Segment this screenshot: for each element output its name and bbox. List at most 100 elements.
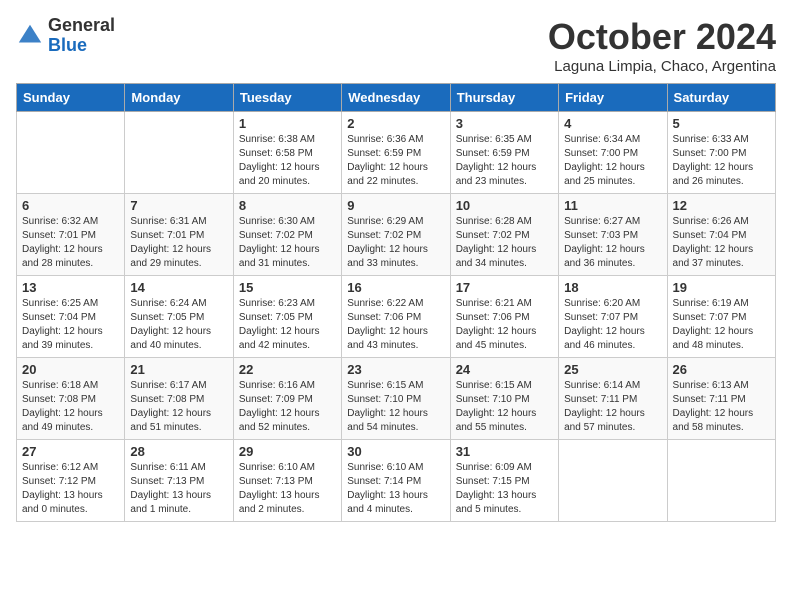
week-row-4: 20 Sunrise: 6:18 AM Sunset: 7:08 PM Dayli… — [17, 358, 776, 440]
calendar-cell: 12 Sunrise: 6:26 AM Sunset: 7:04 PM Dayli… — [667, 194, 775, 276]
day-info: Sunrise: 6:14 AM Sunset: 7:11 PM Dayligh… — [564, 379, 661, 435]
day-info: Sunrise: 6:26 AM Sunset: 7:04 PM Dayligh… — [673, 215, 770, 271]
calendar-cell — [559, 440, 667, 522]
calendar-cell: 31 Sunrise: 6:09 AM Sunset: 7:15 PM Dayli… — [450, 440, 558, 522]
day-number: 3 — [456, 116, 553, 131]
day-info: Sunrise: 6:19 AM Sunset: 7:07 PM Dayligh… — [673, 297, 770, 353]
page-header: General Blue October 2024 Laguna Limpia,… — [16, 16, 776, 75]
calendar-cell: 30Sunrise: 6:10 AM Sunset: 7:14 PM Dayli… — [342, 440, 450, 522]
day-info: Sunrise: 6:12 AM Sunset: 7:12 PM Dayligh… — [22, 461, 119, 517]
calendar-cell: 7Sunrise: 6:31 AM Sunset: 7:01 PM Daylig… — [125, 194, 233, 276]
calendar-table: SundayMondayTuesdayWednesdayThursdayFrid… — [16, 83, 776, 522]
calendar-cell: 8Sunrise: 6:30 AM Sunset: 7:02 PM Daylig… — [233, 194, 341, 276]
day-number: 5 — [673, 116, 770, 131]
calendar-cell: 24Sunrise: 6:15 AM Sunset: 7:10 PM Dayli… — [450, 358, 558, 440]
calendar-cell: 14 Sunrise: 6:24 AM Sunset: 7:05 PM Dayli… — [125, 276, 233, 358]
day-number: 8 — [239, 198, 336, 213]
calendar-cell: 2Sunrise: 6:36 AM Sunset: 6:59 PM Daylig… — [342, 112, 450, 194]
day-info: Sunrise: 6:11 AM Sunset: 7:13 PM Dayligh… — [130, 461, 227, 517]
calendar-cell: 21 Sunrise: 6:17 AM Sunset: 7:08 PM Dayli… — [125, 358, 233, 440]
day-info: Sunrise: 6:23 AM Sunset: 7:05 PM Dayligh… — [239, 297, 336, 353]
day-info: Sunrise: 6:15 AM Sunset: 7:10 PM Dayligh… — [456, 379, 553, 435]
calendar-cell: 11 Sunrise: 6:27 AM Sunset: 7:03 PM Dayli… — [559, 194, 667, 276]
week-row-5: 27 Sunrise: 6:12 AM Sunset: 7:12 PM Dayli… — [17, 440, 776, 522]
week-row-2: 6 Sunrise: 6:32 AM Sunset: 7:01 PM Daylig… — [17, 194, 776, 276]
day-info: Sunrise: 6:33 AM Sunset: 7:00 PM Dayligh… — [673, 133, 770, 189]
day-info: Sunrise: 6:22 AM Sunset: 7:06 PM Dayligh… — [347, 297, 444, 353]
day-number: 31 — [456, 444, 553, 459]
logo-blue: Blue — [48, 36, 115, 56]
location: Laguna Limpia, Chaco, Argentina — [548, 58, 776, 75]
calendar-cell: 15Sunrise: 6:23 AM Sunset: 7:05 PM Dayli… — [233, 276, 341, 358]
day-number: 14 — [130, 280, 227, 295]
day-number: 21 — [130, 362, 227, 377]
month-title: October 2024 — [548, 16, 776, 58]
calendar-cell — [667, 440, 775, 522]
day-info: Sunrise: 6:13 AM Sunset: 7:11 PM Dayligh… — [673, 379, 770, 435]
day-number: 17 — [456, 280, 553, 295]
day-number: 9 — [347, 198, 444, 213]
day-info: Sunrise: 6:36 AM Sunset: 6:59 PM Dayligh… — [347, 133, 444, 189]
day-number: 6 — [22, 198, 119, 213]
day-info: Sunrise: 6:24 AM Sunset: 7:05 PM Dayligh… — [130, 297, 227, 353]
day-number: 12 — [673, 198, 770, 213]
day-number: 10 — [456, 198, 553, 213]
day-number: 27 — [22, 444, 119, 459]
calendar-cell: 28 Sunrise: 6:11 AM Sunset: 7:13 PM Dayli… — [125, 440, 233, 522]
day-info: Sunrise: 6:27 AM Sunset: 7:03 PM Dayligh… — [564, 215, 661, 271]
day-info: Sunrise: 6:38 AM Sunset: 6:58 PM Dayligh… — [239, 133, 336, 189]
calendar-cell: 26Sunrise: 6:13 AM Sunset: 7:11 PM Dayli… — [667, 358, 775, 440]
day-info: Sunrise: 6:20 AM Sunset: 7:07 PM Dayligh… — [564, 297, 661, 353]
week-row-3: 13 Sunrise: 6:25 AM Sunset: 7:04 PM Dayli… — [17, 276, 776, 358]
calendar-cell: 10 Sunrise: 6:28 AM Sunset: 7:02 PM Dayli… — [450, 194, 558, 276]
week-row-1: 1 Sunrise: 6:38 AM Sunset: 6:58 PM Daylig… — [17, 112, 776, 194]
logo: General Blue — [16, 16, 115, 56]
header-monday: Monday — [125, 84, 233, 112]
logo-general: General — [48, 16, 115, 36]
calendar-cell: 4 Sunrise: 6:34 AM Sunset: 7:00 PM Daylig… — [559, 112, 667, 194]
day-number: 11 — [564, 198, 661, 213]
day-info: Sunrise: 6:35 AM Sunset: 6:59 PM Dayligh… — [456, 133, 553, 189]
calendar-cell: 16 Sunrise: 6:22 AM Sunset: 7:06 PM Dayli… — [342, 276, 450, 358]
day-info: Sunrise: 6:28 AM Sunset: 7:02 PM Dayligh… — [456, 215, 553, 271]
title-block: October 2024 Laguna Limpia, Chaco, Argen… — [548, 16, 776, 75]
day-info: Sunrise: 6:31 AM Sunset: 7:01 PM Dayligh… — [130, 215, 227, 271]
day-number: 4 — [564, 116, 661, 131]
logo-icon — [16, 22, 44, 50]
day-info: Sunrise: 6:15 AM Sunset: 7:10 PM Dayligh… — [347, 379, 444, 435]
calendar-cell: 19 Sunrise: 6:19 AM Sunset: 7:07 PM Dayli… — [667, 276, 775, 358]
day-info: Sunrise: 6:21 AM Sunset: 7:06 PM Dayligh… — [456, 297, 553, 353]
header-row: SundayMondayTuesdayWednesdayThursdayFrid… — [17, 84, 776, 112]
calendar-cell: 3 Sunrise: 6:35 AM Sunset: 6:59 PM Daylig… — [450, 112, 558, 194]
day-number: 29 — [239, 444, 336, 459]
day-number: 25 — [564, 362, 661, 377]
day-number: 1 — [239, 116, 336, 131]
calendar-cell: 1 Sunrise: 6:38 AM Sunset: 6:58 PM Daylig… — [233, 112, 341, 194]
header-friday: Friday — [559, 84, 667, 112]
day-info: Sunrise: 6:10 AM Sunset: 7:14 PM Dayligh… — [347, 461, 444, 517]
day-info: Sunrise: 6:29 AM Sunset: 7:02 PM Dayligh… — [347, 215, 444, 271]
calendar-cell: 23 Sunrise: 6:15 AM Sunset: 7:10 PM Dayli… — [342, 358, 450, 440]
day-number: 18 — [564, 280, 661, 295]
calendar-cell: 17 Sunrise: 6:21 AM Sunset: 7:06 PM Dayli… — [450, 276, 558, 358]
calendar-cell: 25 Sunrise: 6:14 AM Sunset: 7:11 PM Dayli… — [559, 358, 667, 440]
calendar-cell — [125, 112, 233, 194]
day-info: Sunrise: 6:18 AM Sunset: 7:08 PM Dayligh… — [22, 379, 119, 435]
day-number: 13 — [22, 280, 119, 295]
header-saturday: Saturday — [667, 84, 775, 112]
calendar-cell — [17, 112, 125, 194]
calendar-cell: 5 Sunrise: 6:33 AM Sunset: 7:00 PM Daylig… — [667, 112, 775, 194]
day-info: Sunrise: 6:17 AM Sunset: 7:08 PM Dayligh… — [130, 379, 227, 435]
day-number: 20 — [22, 362, 119, 377]
day-number: 23 — [347, 362, 444, 377]
day-info: Sunrise: 6:34 AM Sunset: 7:00 PM Dayligh… — [564, 133, 661, 189]
calendar-cell: 22Sunrise: 6:16 AM Sunset: 7:09 PM Dayli… — [233, 358, 341, 440]
day-info: Sunrise: 6:25 AM Sunset: 7:04 PM Dayligh… — [22, 297, 119, 353]
day-info: Sunrise: 6:09 AM Sunset: 7:15 PM Dayligh… — [456, 461, 553, 517]
day-number: 16 — [347, 280, 444, 295]
day-info: Sunrise: 6:32 AM Sunset: 7:01 PM Dayligh… — [22, 215, 119, 271]
calendar-cell: 13 Sunrise: 6:25 AM Sunset: 7:04 PM Dayli… — [17, 276, 125, 358]
day-number: 28 — [130, 444, 227, 459]
day-number: 19 — [673, 280, 770, 295]
calendar-cell: 27 Sunrise: 6:12 AM Sunset: 7:12 PM Dayli… — [17, 440, 125, 522]
